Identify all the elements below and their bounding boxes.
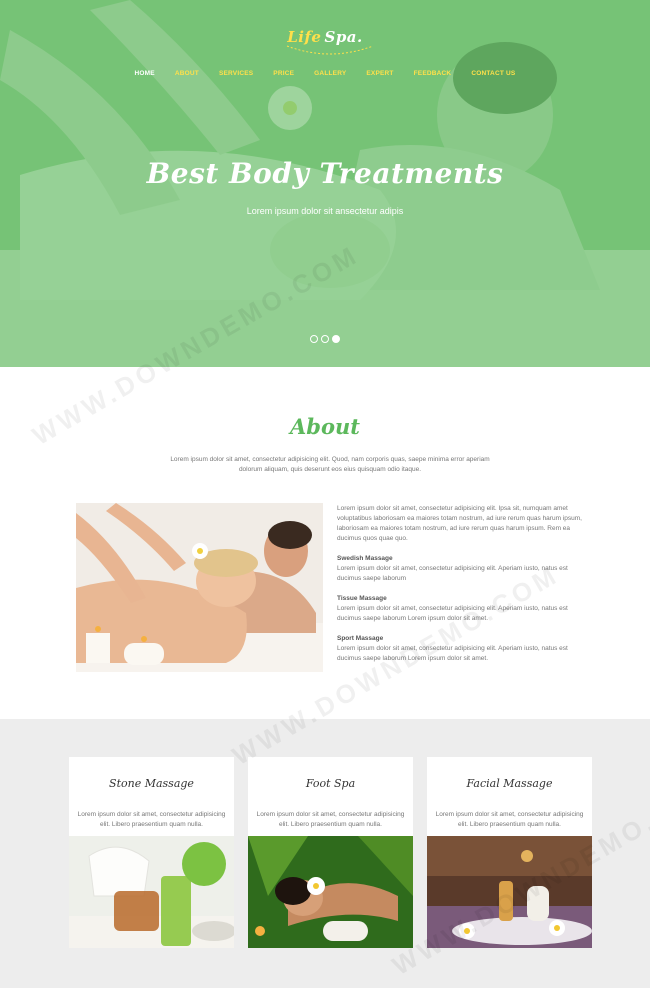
nav-item-home[interactable]: HOME <box>125 70 165 77</box>
foot-spa-photo <box>248 836 413 948</box>
services-section: Stone Massage Lorem ipsum dolor sit amet… <box>0 719 650 988</box>
about-item-heading: Tissue Massage <box>337 595 387 602</box>
about-details: Lorem ipsum dolor sit amet, consectetur … <box>337 504 587 674</box>
slider-pagination <box>0 335 650 343</box>
nav-item-services[interactable]: SERVICES <box>209 70 263 77</box>
slider-dot-2[interactable] <box>321 335 329 343</box>
slider-dot-1[interactable] <box>310 335 318 343</box>
hero-banner: Life Spa. HOME ABOUT SERVICES PRICE GALLE… <box>0 0 650 367</box>
service-card-stone-massage[interactable]: Stone Massage Lorem ipsum dolor sit amet… <box>69 757 234 948</box>
about-title: About <box>290 414 360 439</box>
about-item-text: Lorem ipsum dolor sit amet, consectetur … <box>337 645 568 662</box>
service-card-text: Lorem ipsum dolor sit amet, consectetur … <box>435 811 584 828</box>
facial-massage-photo <box>427 836 592 948</box>
slider-dot-3[interactable] <box>332 335 340 343</box>
nav-item-expert[interactable]: EXPERT <box>356 70 403 77</box>
about-item-sport: Sport Massage Lorem ipsum dolor sit amet… <box>337 634 587 664</box>
about-item-tissue: Tissue Massage Lorem ipsum dolor sit ame… <box>337 594 587 624</box>
hero-subtitle: Lorem ipsum dolor sit ansectetur adipis <box>246 206 404 216</box>
service-card-title: Foot Spa <box>305 777 356 790</box>
service-card-title: Stone Massage <box>109 777 194 790</box>
hero-title: Best Body Treatments <box>146 157 504 190</box>
service-card-text: Lorem ipsum dolor sit amet, consectetur … <box>77 811 226 828</box>
nav-item-feedback[interactable]: FEEDBACK <box>404 70 462 77</box>
stone-massage-photo <box>69 836 234 948</box>
about-intro-text: Lorem ipsum dolor sit amet, consectetur … <box>170 456 490 473</box>
logo-swoosh-icon <box>286 45 374 55</box>
service-card-facial-massage[interactable]: Facial Massage Lorem ipsum dolor sit ame… <box>427 757 592 948</box>
about-item-swedish: Swedish Massage Lorem ipsum dolor sit am… <box>337 554 587 584</box>
nav-item-gallery[interactable]: GALLERY <box>304 70 356 77</box>
about-item-text: Lorem ipsum dolor sit amet, consectetur … <box>337 605 568 622</box>
about-item-heading: Swedish Massage <box>337 555 393 562</box>
nav-item-price[interactable]: PRICE <box>263 70 304 77</box>
main-nav: HOME ABOUT SERVICES PRICE GALLERY EXPERT… <box>0 70 650 77</box>
about-item-text: Lorem ipsum dolor sit amet, consectetur … <box>337 565 568 582</box>
nav-item-contact-us[interactable]: CONTACT US <box>461 70 525 77</box>
site-logo[interactable]: Life Spa. <box>0 28 650 55</box>
about-paragraph: Lorem ipsum dolor sit amet, consectetur … <box>337 505 582 542</box>
about-item-heading: Sport Massage <box>337 635 384 642</box>
about-couple-massage-photo <box>76 503 323 672</box>
service-card-title: Facial Massage <box>466 777 553 790</box>
service-card-foot-spa[interactable]: Foot Spa Lorem ipsum dolor sit amet, con… <box>248 757 413 948</box>
nav-item-about[interactable]: ABOUT <box>165 70 209 77</box>
service-card-text: Lorem ipsum dolor sit amet, consectetur … <box>256 811 405 828</box>
